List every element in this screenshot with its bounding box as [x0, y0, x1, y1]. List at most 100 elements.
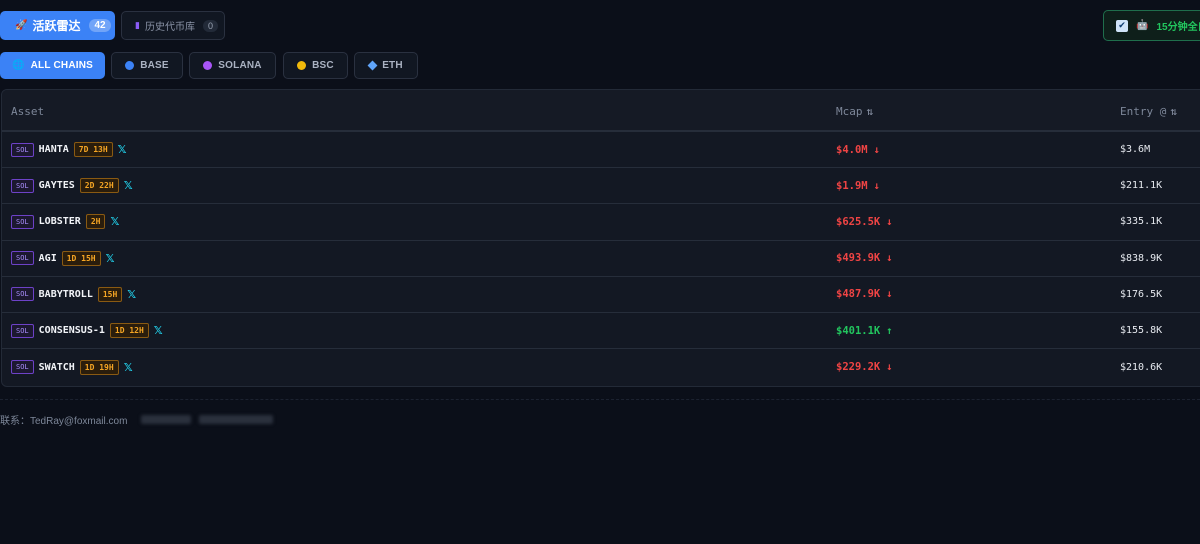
entry-cell: $335.1K: [1120, 204, 1162, 239]
mcap-cell: $401.1K ↑: [836, 313, 893, 348]
mcap-value: $1.9M: [836, 179, 868, 192]
trend-arrow-icon: ↓: [886, 361, 893, 374]
entry-value: $335.1K: [1120, 216, 1163, 228]
x-twitter-icon[interactable]: 𝕏: [106, 252, 115, 265]
asset-cell: SOL BABYTROLL 15H 𝕏: [11, 277, 136, 312]
active-count-badge: 42: [89, 19, 111, 32]
trend-arrow-icon: ↑: [886, 324, 893, 337]
token-symbol[interactable]: CONSENSUS-1: [39, 325, 105, 336]
x-twitter-icon[interactable]: 𝕏: [154, 324, 163, 337]
rocket-icon: 🚀: [15, 20, 28, 31]
entry-value: $838.9K: [1120, 252, 1163, 264]
mcap-cell: $229.2K ↓: [836, 349, 893, 385]
auto-refresh-label: 15分钟全自: [1156, 22, 1200, 33]
header-entry-label: Entry @: [1120, 105, 1167, 118]
chain-tag: SOL: [11, 360, 34, 375]
tab-history-library[interactable]: ▮ 历史代币库 0: [121, 11, 225, 40]
table-row[interactable]: SOL HANTA 7D 13H 𝕏 $4.0M ↓ $3.6M: [2, 132, 1200, 169]
top-tab-bar: 🚀 活跃雷达 42 ▮ 历史代币库 0 ✔ 🤖 15分钟全自: [0, 10, 1200, 41]
table-row[interactable]: SOL AGI 1D 15H 𝕏 $493.9K ↓ $838.9K: [2, 241, 1200, 277]
mcap-cell: $487.9K ↓: [836, 277, 893, 312]
auto-refresh-checkbox[interactable]: ✔: [1116, 19, 1128, 32]
mcap-value: $625.5K: [836, 215, 881, 228]
entry-value: $176.5K: [1120, 288, 1163, 300]
age-badge: 1D 15H: [61, 250, 101, 266]
mcap-cell: $1.9M ↓: [836, 168, 880, 203]
mcap-value: $493.9K: [836, 252, 881, 265]
trend-arrow-icon: ↓: [873, 143, 880, 156]
sort-icon[interactable]: ⇅: [867, 105, 874, 118]
entry-cell: $211.1K: [1120, 168, 1162, 203]
token-symbol[interactable]: GAYTES: [39, 180, 75, 191]
x-twitter-icon[interactable]: 𝕏: [118, 143, 127, 156]
auto-refresh-toggle[interactable]: ✔ 🤖 15分钟全自: [1103, 10, 1200, 41]
table-row[interactable]: SOL SWATCH 1D 19H 𝕏 $229.2K ↓ $210.6K: [2, 349, 1200, 385]
footer-divider: [0, 399, 1200, 400]
chain-filter-all[interactable]: 🌐 ALL CHAINS: [0, 52, 105, 79]
sort-icon[interactable]: ⇅: [1170, 105, 1177, 118]
age-badge: 2D 22H: [79, 178, 119, 194]
x-twitter-icon[interactable]: 𝕏: [124, 179, 133, 192]
mcap-value: $229.2K: [836, 361, 881, 374]
chain-filter-solana[interactable]: SOLANA: [189, 52, 276, 79]
asset-cell: SOL LOBSTER 2H 𝕏: [11, 204, 119, 239]
token-symbol[interactable]: LOBSTER: [39, 216, 81, 227]
table-header: Asset Mcap ⇅ Entry @ ⇅: [2, 90, 1200, 132]
age-badge: 1D 19H: [79, 359, 119, 375]
redacted-block: [199, 415, 274, 424]
chain-tag: SOL: [11, 251, 34, 266]
asset-cell: SOL HANTA 7D 13H 𝕏: [11, 132, 127, 167]
chain-filter-base[interactable]: BASE: [111, 52, 183, 79]
tab-active-radar[interactable]: 🚀 活跃雷达 42: [0, 11, 115, 40]
chain-filter-eth-label: ETH: [382, 60, 403, 71]
redacted-block: [141, 415, 192, 424]
header-mcap[interactable]: Mcap ⇅: [836, 105, 873, 118]
table-row[interactable]: SOL GAYTES 2D 22H 𝕏 $1.9M ↓ $211.1K: [2, 168, 1200, 205]
asset-cell: SOL GAYTES 2D 22H 𝕏: [11, 168, 133, 203]
x-twitter-icon[interactable]: 𝕏: [127, 288, 136, 301]
tab-history-label: 历史代币库: [144, 22, 195, 33]
chain-filter-eth[interactable]: ETH: [354, 52, 418, 79]
solana-dot-icon: [203, 61, 213, 70]
token-symbol[interactable]: BABYTROLL: [39, 289, 93, 300]
chain-tag: SOL: [11, 178, 34, 193]
contact-text: 联系：TedRay@foxmail.com: [0, 416, 128, 427]
base-dot-icon: [125, 61, 135, 70]
table-row[interactable]: SOL CONSENSUS-1 1D 12H 𝕏 $401.1K ↑ $155.…: [2, 313, 1200, 350]
header-asset[interactable]: Asset: [11, 105, 44, 118]
age-badge: 1D 12H: [109, 323, 149, 339]
mcap-cell: $4.0M ↓: [836, 132, 880, 167]
book-icon: ▮: [135, 20, 140, 30]
entry-cell: $155.8K: [1120, 313, 1162, 348]
chain-filter-all-label: ALL CHAINS: [30, 60, 94, 71]
table-row[interactable]: SOL LOBSTER 2H 𝕏 $625.5K ↓ $335.1K: [2, 204, 1200, 241]
entry-cell: $210.6K: [1120, 349, 1162, 385]
chain-tag: SOL: [11, 323, 34, 338]
age-badge: 7D 13H: [73, 142, 113, 158]
trend-arrow-icon: ↓: [873, 179, 880, 192]
x-twitter-icon[interactable]: 𝕏: [110, 215, 119, 228]
mcap-cell: $625.5K ↓: [836, 204, 893, 239]
mcap-value: $4.0M: [836, 143, 868, 156]
entry-cell: $3.6M: [1120, 132, 1150, 167]
token-symbol[interactable]: AGI: [39, 253, 57, 264]
entry-value: $210.6K: [1120, 361, 1163, 373]
table-body: SOL HANTA 7D 13H 𝕏 $4.0M ↓ $3.6M SOL GAY…: [2, 132, 1200, 385]
history-count-badge: 0: [202, 19, 218, 32]
x-twitter-icon[interactable]: 𝕏: [124, 361, 133, 374]
tab-active-radar-label: 活跃雷达: [32, 19, 81, 33]
chain-filter-bsc-label: BSC: [312, 60, 334, 71]
table-row[interactable]: SOL BABYTROLL 15H 𝕏 $487.9K ↓ $176.5K: [2, 277, 1200, 313]
token-symbol[interactable]: SWATCH: [39, 362, 75, 373]
chain-filter-base-label: BASE: [140, 60, 169, 71]
asset-cell: SOL SWATCH 1D 19H 𝕏: [11, 349, 133, 385]
chain-filter-bsc[interactable]: BSC: [283, 52, 348, 79]
asset-cell: SOL CONSENSUS-1 1D 12H 𝕏: [11, 313, 163, 348]
entry-cell: $176.5K: [1120, 277, 1162, 312]
footer: 联系：TedRay@foxmail.com: [0, 412, 274, 427]
header-entry[interactable]: Entry @ ⇅: [1120, 105, 1177, 118]
mcap-value: $401.1K: [836, 324, 881, 337]
asset-cell: SOL AGI 1D 15H 𝕏: [11, 241, 115, 276]
token-table: Asset Mcap ⇅ Entry @ ⇅ SOL HANTA 7D 13H 𝕏 …: [1, 89, 1200, 387]
token-symbol[interactable]: HANTA: [39, 144, 69, 155]
